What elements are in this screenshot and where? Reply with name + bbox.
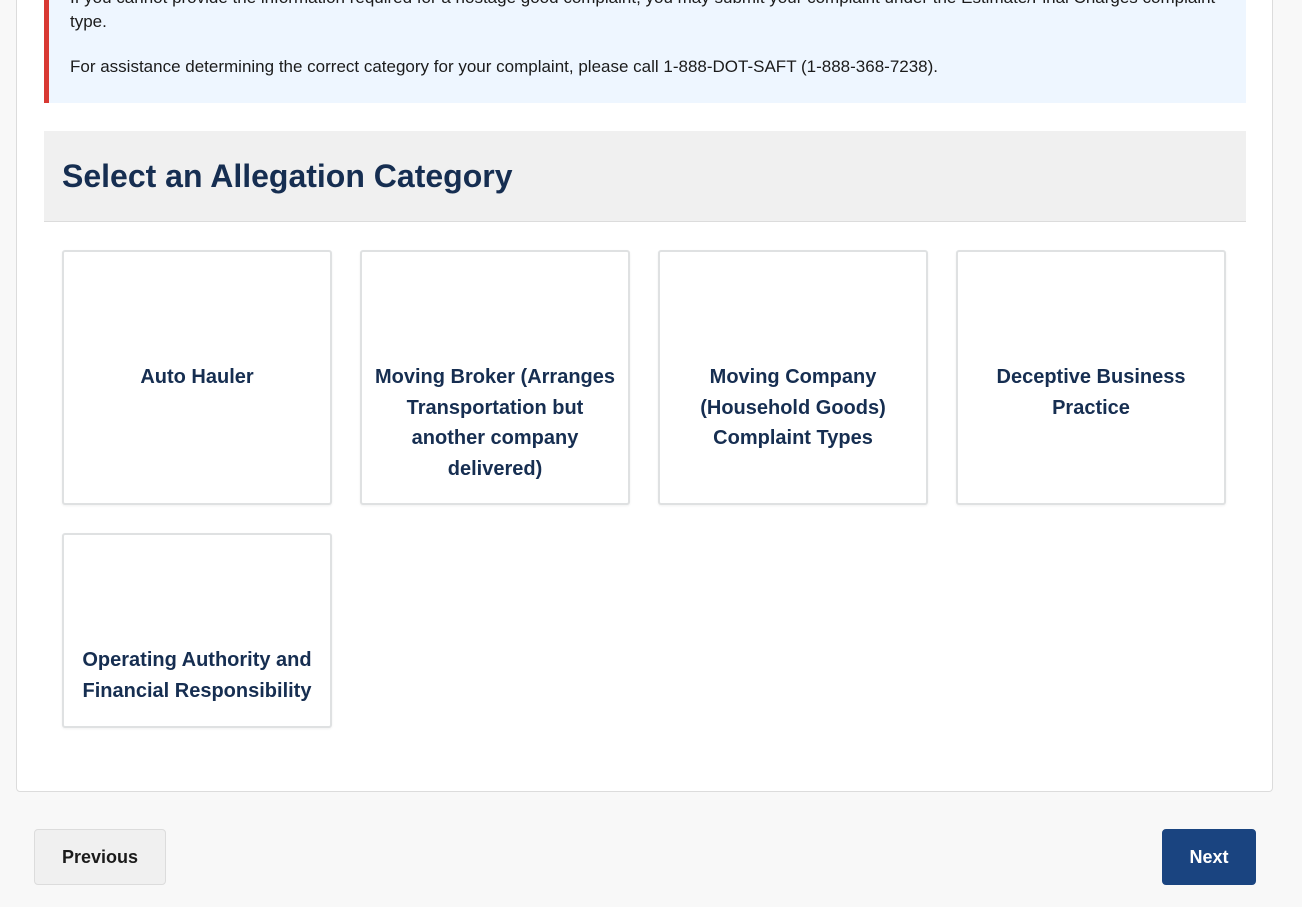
alert-text-hostage-goods: If you cannot provide the information re…	[70, 0, 1215, 31]
category-tile-deceptive-business-practice[interactable]: Deceptive Business Practice	[956, 250, 1226, 505]
category-tile-label: Auto Hauler	[140, 366, 254, 388]
section-title: Select an Allegation Category	[62, 158, 513, 194]
category-tile-auto-hauler[interactable]: Auto Hauler	[62, 250, 332, 505]
previous-button[interactable]: Previous	[34, 829, 166, 885]
category-tile-operating-authority[interactable]: Operating Authority and Financial Respon…	[62, 533, 332, 728]
section-header: Select an Allegation Category	[44, 131, 1246, 222]
category-tile-moving-company[interactable]: Moving Company (Household Goods) Complai…	[658, 250, 928, 505]
category-tile-label: Deceptive Business Practice	[996, 366, 1186, 419]
next-button[interactable]: Next	[1162, 829, 1256, 885]
category-tile-label: Operating Authority and Financial Respon…	[82, 649, 312, 702]
alert-text-assistance: For assistance determining the correct c…	[70, 57, 939, 76]
category-tile-label: Moving Company (Household Goods) Complai…	[700, 366, 886, 449]
info-alert: If you cannot provide the information re…	[44, 0, 1246, 103]
category-tile-label: Moving Broker (Arranges Transportation b…	[374, 366, 616, 480]
category-tile-moving-broker[interactable]: Moving Broker (Arranges Transportation b…	[360, 250, 630, 505]
